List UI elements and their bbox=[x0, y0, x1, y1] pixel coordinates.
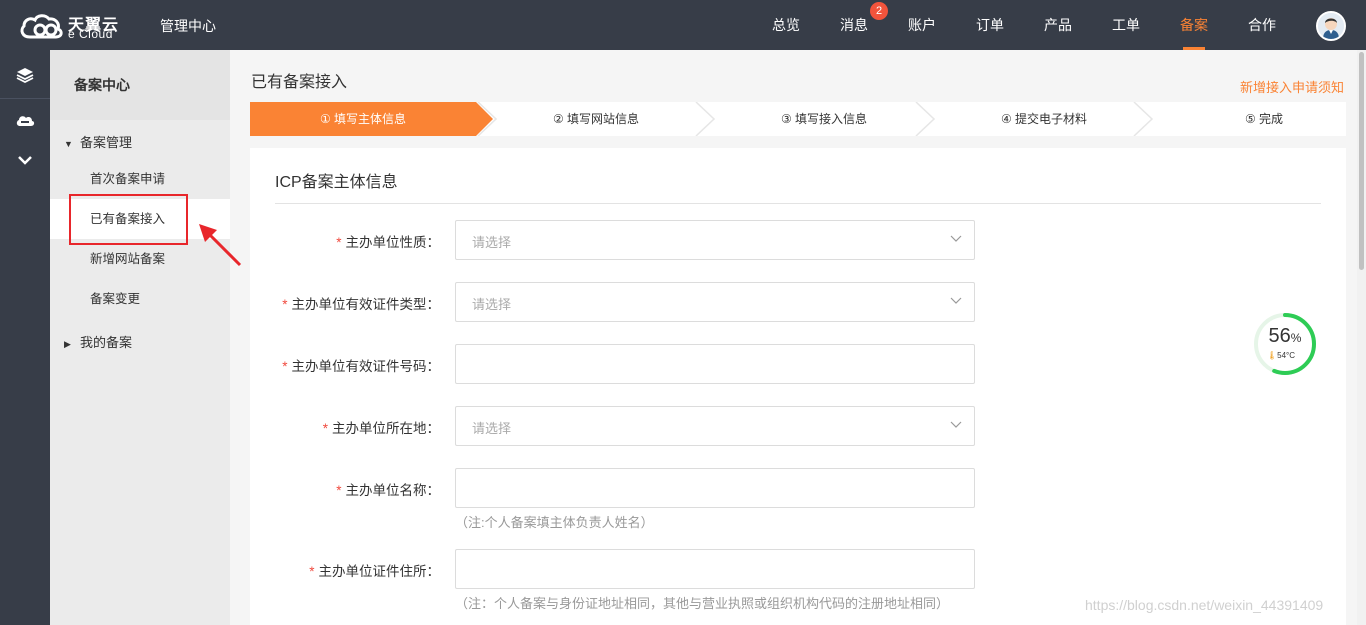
top-bar: 天翼云 e Cloud 管理中心 总览 消息 2 账户 订单 产品 工单 备案 … bbox=[0, 0, 1366, 50]
location-select[interactable]: 请选择 bbox=[455, 406, 975, 446]
registered-address-label: * 主办单位证件住所： bbox=[309, 564, 440, 579]
id-type-label: * 主办单位有效证件类型： bbox=[282, 297, 440, 312]
brand-name-en: e Cloud bbox=[68, 27, 113, 41]
layers-icon bbox=[16, 68, 34, 83]
form-card: ICP备案主体信息 * 主办单位性质： 请选择 * 主办单位有效证件类型： 请选择 … bbox=[250, 148, 1346, 625]
step-2-website-info: ② 填写网站信息 bbox=[552, 112, 640, 126]
chevron-down-icon bbox=[950, 421, 962, 428]
collapsed-triangle-icon: ▶ bbox=[64, 339, 71, 349]
entity-name-input[interactable] bbox=[455, 468, 975, 508]
sidebar-item-first-filing[interactable]: 首次备案申请 bbox=[50, 159, 230, 199]
nav-filing[interactable]: 备案 bbox=[1176, 0, 1212, 50]
user-avatar[interactable] bbox=[1316, 11, 1346, 41]
section-title: ICP备案主体信息 bbox=[275, 174, 398, 191]
annotation-arrow-icon bbox=[199, 224, 242, 267]
page-scrollbar[interactable] bbox=[1357, 50, 1366, 625]
entity-nature-select[interactable]: 请选择 bbox=[455, 220, 975, 260]
step-3-access-info: ③ 填写接入信息 bbox=[780, 112, 868, 126]
secondary-sidebar: 备案中心 ▼ 备案管理 首次备案申请 已有备案接入 新增网站备案 备案变更 ▶ 我的… bbox=[50, 50, 230, 625]
entity-name-label: * 主办单位名称： bbox=[336, 483, 440, 498]
sidebar-group-filing-management[interactable]: ▼ 备案管理 bbox=[64, 132, 132, 151]
avatar-icon bbox=[1318, 13, 1344, 39]
page-title: 已有备案接入 bbox=[251, 74, 348, 91]
chevron-down-icon bbox=[18, 156, 32, 165]
nav-account[interactable]: 账户 bbox=[904, 0, 940, 50]
nav-messages[interactable]: 消息 bbox=[836, 0, 872, 50]
nav-orders[interactable]: 订单 bbox=[972, 0, 1008, 50]
step-5-complete: ⑤ 完成 bbox=[1244, 112, 1284, 126]
section-divider bbox=[275, 203, 1321, 204]
registered-address-hint: （注：个人备案与身份证地址相同，其他与营业执照或组织机构代码的注册地址相同） bbox=[455, 596, 950, 611]
annotation-highlight-box bbox=[69, 194, 188, 245]
chevron-down-icon bbox=[950, 297, 962, 304]
icon-rail bbox=[0, 50, 50, 625]
sidebar-item-filing-change[interactable]: 备案变更 bbox=[50, 279, 230, 319]
step-progress-bar: ① 填写主体信息 ② 填写网站信息 ③ 填写接入信息 ④ 提交电子材料 ⑤ 完成 bbox=[250, 102, 1346, 136]
messages-count-badge: 2 bbox=[870, 2, 888, 20]
sidebar-title: 备案中心 bbox=[50, 50, 230, 120]
step-4-submit-materials: ④ 提交电子材料 bbox=[1000, 112, 1088, 126]
console-title: 管理中心 bbox=[160, 18, 216, 34]
thermometer-icon: 🌡 bbox=[1267, 351, 1278, 360]
sidebar-group-my-filings[interactable]: ▶ 我的备案 bbox=[64, 332, 132, 351]
chevron-down-icon bbox=[950, 235, 962, 242]
nav-products[interactable]: 产品 bbox=[1040, 0, 1076, 50]
step-1-entity-info: ① 填写主体信息 bbox=[319, 112, 407, 126]
cloud-icon bbox=[16, 116, 35, 126]
location-label: * 主办单位所在地： bbox=[322, 421, 440, 436]
id-type-select[interactable]: 请选择 bbox=[455, 282, 975, 322]
nav-cooperation[interactable]: 合作 bbox=[1244, 0, 1280, 50]
entity-name-hint: （注:个人备案填主体负责人姓名） bbox=[455, 515, 654, 530]
nav-overview[interactable]: 总览 bbox=[768, 0, 804, 50]
gauge-percent: 56% bbox=[1268, 325, 1302, 347]
logo[interactable]: 天翼云 e Cloud bbox=[18, 10, 128, 42]
application-notice-link[interactable]: 新增接入申请须知 bbox=[1240, 77, 1344, 96]
rail-products[interactable] bbox=[0, 53, 50, 97]
entity-nature-label: * 主办单位性质： bbox=[336, 235, 440, 250]
performance-gauge-widget[interactable]: 56% 🌡54°C bbox=[1253, 312, 1317, 376]
id-number-input[interactable] bbox=[455, 344, 975, 384]
rail-cloud[interactable] bbox=[0, 98, 50, 142]
expanded-triangle-icon: ▼ bbox=[64, 139, 73, 149]
watermark-text: https://blog.csdn.net/weixin_44391409 bbox=[1085, 597, 1324, 613]
id-number-label: * 主办单位有效证件号码： bbox=[282, 359, 440, 374]
gauge-temperature: 🌡54°C bbox=[1267, 351, 1296, 360]
cloud-logo-icon bbox=[20, 14, 63, 39]
scrollbar-thumb[interactable] bbox=[1359, 52, 1364, 270]
registered-address-input[interactable] bbox=[455, 549, 975, 589]
nav-tickets[interactable]: 工单 bbox=[1108, 0, 1144, 50]
rail-expand[interactable] bbox=[0, 138, 50, 182]
